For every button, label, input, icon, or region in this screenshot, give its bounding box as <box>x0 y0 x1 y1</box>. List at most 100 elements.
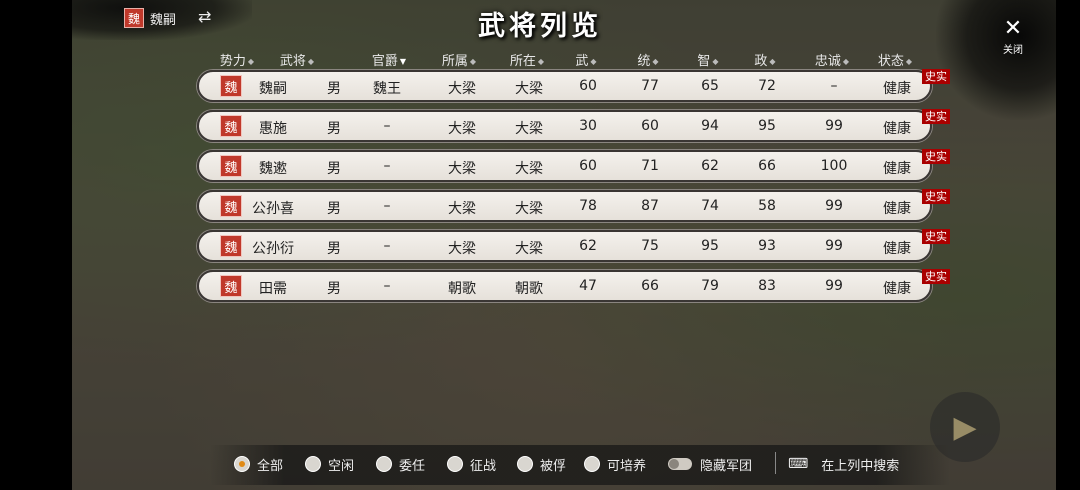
column-header-war[interactable]: 武 ◆ <box>556 50 616 69</box>
filter-radio-trainable[interactable]: 可培养 <box>584 454 646 474</box>
belong-city: 大梁 <box>448 121 476 137</box>
filter-radio-campaign[interactable]: 征战 <box>447 454 496 474</box>
filter-label: 全部 <box>257 458 284 474</box>
sort-icon: ◆ <box>842 57 850 66</box>
radio-icon[interactable] <box>447 456 463 472</box>
search-button[interactable]: ⌨ 在上列中搜索 <box>788 454 899 474</box>
sort-desc-icon: ▼ <box>399 57 407 66</box>
table-row[interactable]: 魏魏嗣男魏王 大梁 大梁 60 77 65 72– 健康 史实 <box>197 69 950 102</box>
war-stat: 60 <box>579 78 597 94</box>
loyalty: 99 <box>825 118 843 134</box>
officer-name: 惠施 <box>259 121 287 137</box>
historical-tag: 史实 <box>922 229 950 244</box>
radio-icon[interactable] <box>305 456 321 472</box>
sort-icon: ◆ <box>469 57 477 66</box>
column-header-pol[interactable]: 政 ◆ <box>735 50 795 69</box>
rank: – <box>383 118 391 134</box>
loyalty: 99 <box>825 278 843 294</box>
play-icon: ▶ <box>930 392 1000 462</box>
column-header-location[interactable]: 所在 ◆ <box>497 50 557 69</box>
loyalty: 99 <box>825 198 843 214</box>
officer-name: 公孙衍 <box>252 241 294 257</box>
officer-name: 魏遬 <box>259 161 287 177</box>
rank: – <box>383 158 391 174</box>
filter-label: 空闲 <box>328 458 355 474</box>
rank: – <box>383 238 391 254</box>
war-stat: 78 <box>579 198 597 214</box>
close-button[interactable]: ✕ 关闭 <box>995 16 1031 57</box>
loyalty: 100 <box>820 158 848 174</box>
sort-icon: ◆ <box>905 57 913 66</box>
table-row[interactable]: 魏公孙喜男 – 大梁 大梁 78 87 74 58 99 健康 史实 <box>197 189 950 222</box>
pol-stat: 83 <box>758 278 776 294</box>
column-header-label: 所在 <box>509 54 536 69</box>
war-stat: 60 <box>579 158 597 174</box>
loyalty: 99 <box>825 238 843 254</box>
column-header-rank[interactable]: 官爵 ▼ <box>359 50 419 69</box>
filter-radio-appointed[interactable]: 委任 <box>376 454 425 474</box>
column-header-faction[interactable]: 势力 ◆ <box>207 50 267 69</box>
historical-tag: 史实 <box>922 189 950 204</box>
sort-icon: ◆ <box>307 57 315 66</box>
sort-icon: ◆ <box>537 57 545 66</box>
column-header-label: 武 <box>575 54 589 69</box>
column-header-label: 武将 <box>279 54 306 69</box>
column-header-label: 状态 <box>877 54 904 69</box>
loyalty: – <box>830 78 838 94</box>
belong-city: 大梁 <box>448 241 476 257</box>
column-header-officer[interactable]: 武将 ◆ <box>267 50 327 69</box>
rank: – <box>383 278 391 294</box>
filter-radio-captured[interactable]: 被俘 <box>517 454 566 474</box>
belong-city: 大梁 <box>448 201 476 217</box>
search-label: 在上列中搜索 <box>821 458 900 474</box>
sort-icon: ◆ <box>247 57 255 66</box>
hide-army-toggle[interactable]: 隐藏军团 <box>668 454 752 474</box>
column-header-label: 势力 <box>219 54 246 69</box>
radio-icon[interactable] <box>584 456 600 472</box>
historical-tag: 史实 <box>922 69 950 84</box>
historical-tag: 史实 <box>922 109 950 124</box>
column-header-label: 所属 <box>441 54 468 69</box>
close-icon: ✕ <box>1003 16 1023 41</box>
column-header-lead[interactable]: 统 ◆ <box>618 50 678 69</box>
filter-label: 征战 <box>470 458 497 474</box>
filter-label: 可培养 <box>607 458 647 474</box>
sort-icon: ◆ <box>769 57 776 66</box>
table-row[interactable]: 魏公孙衍男 – 大梁 大梁 62 75 95 93 99 健康 史实 <box>197 229 950 262</box>
filter-divider <box>775 452 776 474</box>
sort-icon: ◆ <box>652 57 659 66</box>
column-header-intel[interactable]: 智 ◆ <box>678 50 738 69</box>
war-stat: 62 <box>579 238 597 254</box>
column-header-label: 统 <box>637 54 651 69</box>
keyboard-icon: ⌨ <box>788 456 808 472</box>
column-header-status[interactable]: 状态 ◆ <box>865 50 925 69</box>
belong-city: 大梁 <box>448 81 476 97</box>
close-label: 关闭 <box>1003 45 1023 56</box>
belong-city: 朝歌 <box>448 281 476 297</box>
filter-radio-all[interactable]: 全部 <box>234 454 283 474</box>
pol-stat: 72 <box>758 78 776 94</box>
sort-icon: ◆ <box>712 57 719 66</box>
table-row[interactable]: 魏田需男 – 朝歌 朝歌 47 66 79 83 99 健康 史实 <box>197 269 950 302</box>
pol-stat: 95 <box>758 118 776 134</box>
pol-stat: 66 <box>758 158 776 174</box>
page-title: 武将列览 <box>478 11 602 42</box>
radio-icon[interactable] <box>376 456 392 472</box>
officer-name: 魏嗣 <box>259 81 287 97</box>
radio-icon[interactable] <box>517 456 533 472</box>
radio-selected-icon[interactable] <box>234 456 250 472</box>
column-header-loyalty[interactable]: 忠诚 ◆ <box>802 50 862 69</box>
column-header-label: 政 <box>754 54 768 69</box>
filter-label: 被俘 <box>540 458 567 474</box>
hide-army-label: 隐藏军团 <box>700 458 753 474</box>
sort-icon: ◆ <box>590 57 597 66</box>
belong-city: 大梁 <box>448 161 476 177</box>
column-header-label: 官爵 <box>371 54 398 69</box>
column-header-label: 忠诚 <box>814 54 841 69</box>
toggle-switch[interactable] <box>668 458 692 470</box>
war-stat: 30 <box>579 118 597 134</box>
table-row[interactable]: 魏惠施男 – 大梁 大梁 30 60 94 95 99 健康 史实 <box>197 109 950 142</box>
table-row[interactable]: 魏魏遬男 – 大梁 大梁 60 71 62 66 100 健康 史实 <box>197 149 950 182</box>
filter-radio-idle[interactable]: 空闲 <box>305 454 354 474</box>
column-header-belong[interactable]: 所属 ◆ <box>429 50 489 69</box>
